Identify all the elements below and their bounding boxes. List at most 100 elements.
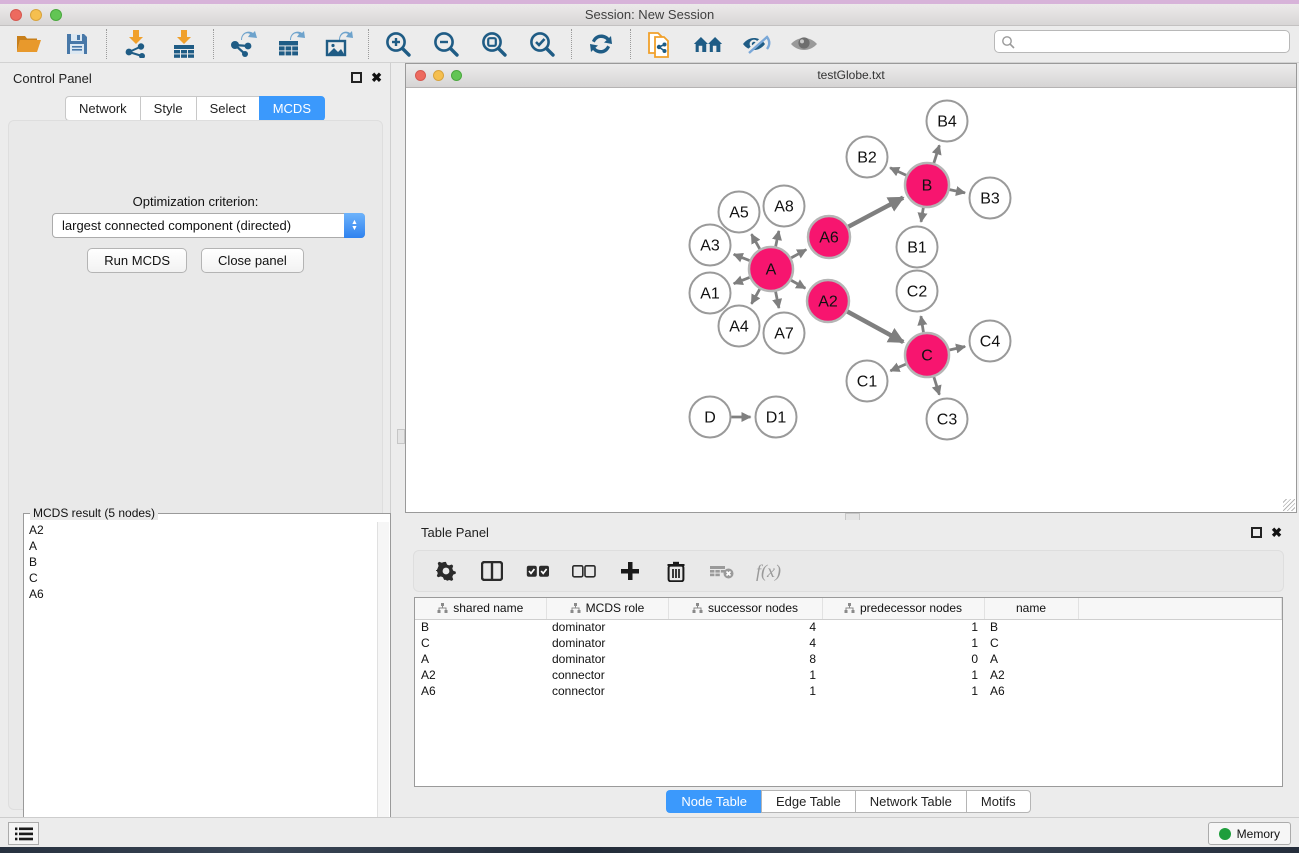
graph-node-A7[interactable]: A7 — [764, 313, 805, 354]
table-cell[interactable]: 1 — [822, 619, 984, 635]
table-cell[interactable]: connector — [546, 683, 668, 699]
close-panel-button[interactable]: Close panel — [201, 248, 304, 273]
graph-node-D[interactable]: D — [690, 397, 731, 438]
graph-node-A2[interactable]: A2 — [807, 280, 849, 322]
graph-node-A1[interactable]: A1 — [690, 273, 731, 314]
table-close-panel-icon[interactable]: ✖ — [1271, 525, 1282, 541]
table-cell[interactable]: connector — [546, 667, 668, 683]
graph-node-A[interactable]: A — [749, 247, 793, 291]
graph-node-C[interactable]: C — [905, 333, 949, 377]
table-cell[interactable] — [1078, 635, 1282, 651]
show-all-icon[interactable] — [789, 29, 819, 59]
table-cell[interactable]: A — [984, 651, 1078, 667]
table-float-panel-icon[interactable] — [1251, 527, 1262, 538]
table-cell[interactable]: 0 — [822, 651, 984, 667]
float-panel-icon[interactable] — [351, 72, 362, 83]
close-panel-icon[interactable]: ✖ — [371, 70, 382, 86]
search-field[interactable] — [994, 30, 1290, 53]
zoom-out-icon[interactable] — [431, 29, 461, 59]
table-cell[interactable] — [1078, 651, 1282, 667]
export-table-icon[interactable] — [276, 29, 306, 59]
import-network-icon[interactable] — [121, 29, 151, 59]
mcds-result-item[interactable]: B — [25, 554, 377, 570]
zoom-in-icon[interactable] — [383, 29, 413, 59]
table-cell[interactable]: 1 — [668, 683, 822, 699]
graph-node-A3[interactable]: A3 — [690, 225, 731, 266]
column-header-MCDS-role[interactable]: MCDS role — [546, 598, 668, 619]
zoom-fit-icon[interactable] — [479, 29, 509, 59]
run-mcds-button[interactable]: Run MCDS — [87, 248, 187, 273]
table-cell[interactable]: 1 — [668, 667, 822, 683]
divider-handle-vertical[interactable] — [397, 429, 405, 444]
export-network-icon[interactable] — [228, 29, 258, 59]
tab-network-table[interactable]: Network Table — [855, 790, 966, 813]
zoom-selected-icon[interactable] — [527, 29, 557, 59]
save-session-icon[interactable] — [62, 29, 92, 59]
table-cell[interactable]: C — [415, 635, 546, 651]
graph-node-C3[interactable]: C3 — [927, 399, 968, 440]
graph-node-C2[interactable]: C2 — [897, 271, 938, 312]
table-cell[interactable] — [1078, 619, 1282, 635]
import-table-icon[interactable] — [169, 29, 199, 59]
table-cell[interactable]: C — [984, 635, 1078, 651]
table-cell[interactable]: A2 — [984, 667, 1078, 683]
mcds-list-scrollbar[interactable] — [377, 522, 389, 853]
tab-motifs[interactable]: Motifs — [966, 790, 1031, 813]
search-input[interactable] — [1015, 33, 1289, 51]
graph-node-B3[interactable]: B3 — [970, 178, 1011, 219]
clone-network-icon[interactable] — [645, 29, 675, 59]
table-row[interactable]: Bdominator41B — [415, 619, 1282, 635]
column-header-shared-name[interactable]: shared name — [415, 598, 546, 619]
graph-node-C1[interactable]: C1 — [847, 361, 888, 402]
delete-column-trash-icon[interactable] — [664, 559, 688, 583]
table-cell[interactable] — [1078, 667, 1282, 683]
first-neighbors-icon[interactable] — [693, 29, 723, 59]
mcds-result-item[interactable]: C — [25, 570, 377, 586]
tab-node-table[interactable]: Node Table — [666, 790, 761, 813]
delete-table-icon[interactable] — [710, 559, 734, 583]
tab-edge-table[interactable]: Edge Table — [761, 790, 855, 813]
table-row[interactable]: Cdominator41C — [415, 635, 1282, 651]
graph-node-D1[interactable]: D1 — [756, 397, 797, 438]
table-cell[interactable]: 1 — [822, 667, 984, 683]
column-header-name[interactable]: name — [984, 598, 1078, 619]
mcds-result-item[interactable]: A2 — [25, 522, 377, 538]
tab-style[interactable]: Style — [140, 96, 196, 121]
hide-selected-icon[interactable] — [741, 29, 771, 59]
table-row[interactable]: Adominator80A — [415, 651, 1282, 667]
graph-node-B4[interactable]: B4 — [927, 101, 968, 142]
table-settings-gear-icon[interactable] — [434, 559, 458, 583]
table-cell[interactable]: A2 — [415, 667, 546, 683]
graph-node-B[interactable]: B — [905, 163, 949, 207]
table-cell[interactable]: A6 — [984, 683, 1078, 699]
graph-node-A8[interactable]: A8 — [764, 186, 805, 227]
table-cell[interactable]: 1 — [822, 635, 984, 651]
table-cell[interactable]: dominator — [546, 651, 668, 667]
table-cell[interactable] — [1078, 683, 1282, 699]
refresh-icon[interactable] — [586, 29, 616, 59]
table-cell[interactable]: dominator — [546, 619, 668, 635]
table-cell[interactable]: 4 — [668, 635, 822, 651]
table-cell[interactable]: dominator — [546, 635, 668, 651]
graph-node-A6[interactable]: A6 — [808, 216, 850, 258]
create-column-plus-icon[interactable] — [618, 559, 642, 583]
graph-node-B2[interactable]: B2 — [847, 137, 888, 178]
table-cell[interactable]: 1 — [822, 683, 984, 699]
export-image-icon[interactable] — [324, 29, 354, 59]
task-history-button[interactable] — [8, 822, 39, 845]
tab-select[interactable]: Select — [196, 96, 259, 121]
table-cell[interactable]: B — [415, 619, 546, 635]
mcds-result-item[interactable]: A6 — [25, 586, 377, 602]
unselect-all-columns-icon[interactable] — [572, 559, 596, 583]
criterion-dropdown[interactable]: largest connected component (directed) ▲… — [52, 213, 365, 238]
table-cell[interactable]: 4 — [668, 619, 822, 635]
table-row[interactable]: A6connector11A6 — [415, 683, 1282, 699]
graph-node-C4[interactable]: C4 — [970, 321, 1011, 362]
tab-network[interactable]: Network — [65, 96, 140, 121]
graph-node-B1[interactable]: B1 — [897, 227, 938, 268]
column-header-predecessor-nodes[interactable]: predecessor nodes — [822, 598, 984, 619]
graph-node-A4[interactable]: A4 — [719, 306, 760, 347]
tab-mcds[interactable]: MCDS — [259, 96, 325, 121]
window-resize-grip[interactable] — [1283, 499, 1295, 511]
table-cell[interactable]: A6 — [415, 683, 546, 699]
